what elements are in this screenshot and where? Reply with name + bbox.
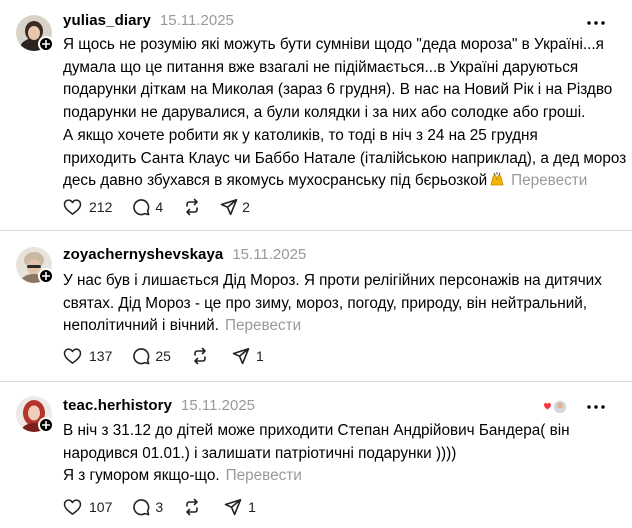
heart-icon <box>63 347 82 365</box>
repost-button[interactable] <box>183 196 208 218</box>
post-text: У нас був і лишається Дід Мороз. Я проти… <box>63 270 603 338</box>
more-icon[interactable] <box>584 395 608 419</box>
post-line: подарунки діткам на Миколая (зараз 6 гру… <box>63 81 613 99</box>
post-teac-herhistory: teac.herhistory 15.11.2025 В ніч з 31.12… <box>0 382 632 528</box>
like-button[interactable]: 137 <box>63 345 112 367</box>
repost-icon <box>191 347 209 365</box>
repost-icon <box>183 498 201 516</box>
share-button[interactable]: 1 <box>232 345 264 367</box>
post-line-text: неполітичний і вічний. <box>63 317 219 335</box>
heart-icon <box>63 198 82 216</box>
like-button[interactable]: 212 <box>63 196 112 218</box>
post-line: В ніч з 31.12 до дітей може приходити Ст… <box>63 422 570 439</box>
post-line: Я щось не розумію які можуть бути сумнів… <box>63 36 604 53</box>
heart-icon <box>63 498 82 516</box>
comment-count: 3 <box>155 499 164 515</box>
post-line: думала що це питання вже взагалі не піді… <box>63 58 579 76</box>
post-line: У нас був і лишається Дід Мороз. Я проти… <box>63 272 602 289</box>
post-date: 15.11.2025 <box>232 246 307 263</box>
repost-button[interactable] <box>183 496 208 518</box>
send-icon <box>232 347 250 365</box>
post-line: десь давно збухався в якомусь мухосрансь… <box>63 170 603 193</box>
hands-emoji-icon <box>489 171 505 187</box>
like-count: 212 <box>89 199 113 215</box>
post-date: 15.11.2025 <box>181 397 256 414</box>
like-count: 107 <box>89 499 113 515</box>
post-line: неполітичний і вічний. Перевести <box>63 315 603 338</box>
post-line: народився 01.01.) і залишати патріотичні… <box>63 444 457 462</box>
post-text: Я щось не розумію які можуть бути сумнів… <box>63 34 627 193</box>
post-line: подарунки не дарувалися, а були колядки … <box>63 104 586 122</box>
username[interactable]: yulias_diary <box>63 12 151 29</box>
share-button[interactable]: 2 <box>220 196 250 218</box>
send-icon <box>220 198 238 216</box>
post-line: приходить Санта Клаус чи Баббо Натале (і… <box>63 149 627 167</box>
post-line-text: десь давно збухався в якомусь мухосрансь… <box>63 172 488 190</box>
post-yulias-diary: yulias_diary 15.11.2025 Я щось не розумі… <box>0 0 632 231</box>
share-count: 1 <box>255 348 264 364</box>
post-zoyachernyshevskaya: zoyachernyshevskaya 15.11.2025 У нас був… <box>0 231 632 382</box>
comment-count: 4 <box>155 199 164 215</box>
follow-plus-icon[interactable] <box>38 36 54 52</box>
post-line-text: Я з гумором якщо-що. <box>63 467 220 485</box>
username[interactable]: zoyachernyshevskaya <box>63 246 223 263</box>
post-line: святах. Дід Мороз - це про зиму, мороз, … <box>63 294 588 312</box>
send-icon <box>224 498 242 516</box>
repost-icon <box>183 198 201 216</box>
post-line: А якщо хочете робити як у католиків, то … <box>63 126 538 144</box>
comment-icon <box>132 498 150 516</box>
username[interactable]: teac.herhistory <box>63 397 172 414</box>
repost-button[interactable] <box>191 345 216 367</box>
like-count: 137 <box>89 348 113 364</box>
share-count: 2 <box>242 199 250 215</box>
comment-button[interactable]: 25 <box>132 345 171 367</box>
share-count: 1 <box>248 499 256 515</box>
follow-plus-icon[interactable] <box>38 268 54 284</box>
more-icon[interactable] <box>584 11 608 35</box>
share-button[interactable]: 1 <box>224 496 256 518</box>
post-text: В ніч з 31.12 до дітей може приходити Ст… <box>63 420 603 488</box>
comment-button[interactable]: 3 <box>132 496 163 518</box>
post-line: Я з гумором якщо-що. Перевести <box>63 465 603 488</box>
comment-icon <box>132 347 150 365</box>
translate-link[interactable]: Перевести <box>226 467 302 484</box>
comment-button[interactable]: 4 <box>132 196 163 218</box>
post-date: 15.11.2025 <box>159 12 234 29</box>
comment-count: 25 <box>155 348 171 364</box>
comment-icon <box>132 198 150 216</box>
translate-link[interactable]: Перевести <box>225 317 301 334</box>
liked-by-avatars-icon[interactable] <box>540 398 570 418</box>
follow-plus-icon[interactable] <box>38 417 54 433</box>
like-button[interactable]: 107 <box>63 496 112 518</box>
translate-link[interactable]: Перевести <box>511 172 587 189</box>
